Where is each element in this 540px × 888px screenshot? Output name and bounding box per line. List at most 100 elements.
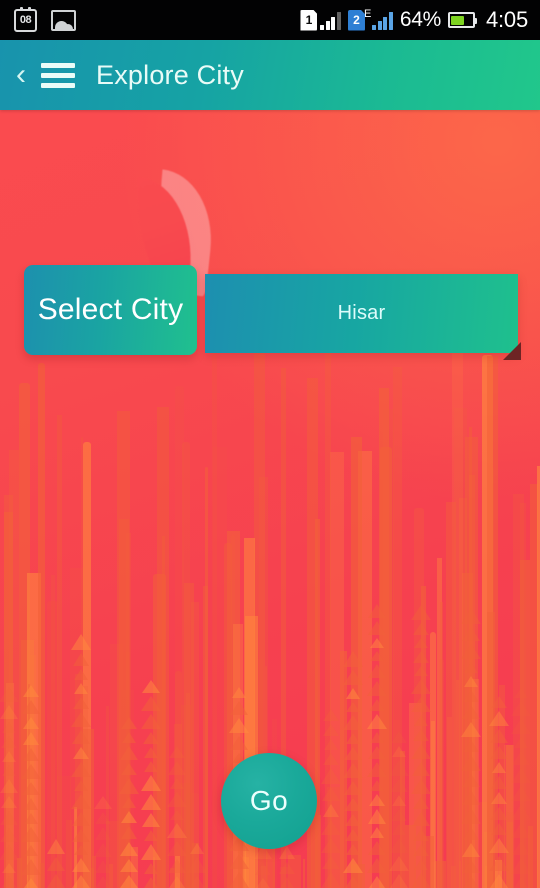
skyline-triangle-column xyxy=(71,634,91,888)
skyline-triangle xyxy=(512,751,530,765)
go-button[interactable]: Go xyxy=(221,753,317,849)
skyline-triangle xyxy=(120,875,138,888)
skyline-triangle xyxy=(346,688,360,699)
battery-level-fill xyxy=(451,15,465,25)
skyline-triangle xyxy=(461,644,481,659)
skyline-triangle xyxy=(169,746,185,758)
skyline-triangle xyxy=(189,876,205,888)
skyline-triangle xyxy=(72,858,90,872)
skyline-triangle xyxy=(514,688,528,698)
skyline-triangle xyxy=(142,813,160,827)
skyline-triangle xyxy=(94,843,112,857)
sim2-signal-icon xyxy=(372,11,393,30)
skyline-triangle xyxy=(511,701,531,716)
skyline-triangle xyxy=(122,732,136,743)
app-bar: ‹ Explore City xyxy=(0,40,540,110)
skyline-triangle xyxy=(119,778,139,794)
skyline-triangle xyxy=(490,746,508,759)
skyline-triangle xyxy=(413,729,429,741)
skyline-triangle xyxy=(369,794,385,806)
skyline-triangle xyxy=(0,705,18,719)
hamburger-menu-icon[interactable] xyxy=(36,58,80,92)
skyline-triangle xyxy=(280,877,294,888)
skyline-triangle xyxy=(279,846,295,859)
skyline-triangle xyxy=(121,811,137,823)
skyline-triangle xyxy=(23,748,39,761)
skyline-triangle xyxy=(411,697,431,712)
skyline-triangle xyxy=(489,838,509,853)
skyline-triangle xyxy=(344,798,362,811)
skyline-triangle xyxy=(2,765,16,776)
skyline-triangle xyxy=(23,685,39,697)
skyline-triangle-column xyxy=(511,688,531,888)
skyline-triangle xyxy=(414,638,428,648)
skyline-triangle xyxy=(74,683,88,694)
skyline-triangle xyxy=(413,623,429,635)
skyline-triangle-column xyxy=(411,605,431,888)
skyline-triangle xyxy=(322,856,340,869)
skyline-triangle xyxy=(21,859,41,875)
skyline-triangle xyxy=(346,733,360,744)
skyline-triangle xyxy=(367,681,387,696)
skyline-triangle xyxy=(411,873,431,888)
skyline-triangle xyxy=(72,829,90,842)
skyline-triangle xyxy=(279,862,295,874)
skyline-triangle-column xyxy=(21,685,41,888)
skyline-triangle xyxy=(321,838,341,853)
skyline-triangle xyxy=(461,608,481,624)
skyline-triangle xyxy=(462,860,480,873)
city-spinner-wrapper[interactable]: Hisar xyxy=(205,274,521,360)
skyline-triangle xyxy=(511,719,531,734)
skyline-triangle xyxy=(95,827,111,840)
skyline-bar xyxy=(311,814,322,888)
skyline-triangle xyxy=(71,712,91,727)
skyline-triangle xyxy=(367,714,387,729)
skyline-triangle xyxy=(391,809,407,821)
skyline-triangle xyxy=(346,702,360,712)
skyline-triangle xyxy=(392,795,406,806)
skyline-triangle xyxy=(370,827,384,838)
skyline-triangle xyxy=(389,760,409,776)
skyline-triangle xyxy=(73,747,89,759)
skyline-triangle xyxy=(411,744,431,759)
skyline-triangle xyxy=(491,696,507,708)
skyline-triangle xyxy=(490,729,508,743)
skyline-triangle xyxy=(414,715,428,726)
skyline-triangle-column xyxy=(94,796,112,888)
skyline-triangle xyxy=(489,856,509,871)
skyline-triangle-column xyxy=(343,651,363,888)
skyline-triangle xyxy=(462,790,480,805)
skyline-triangle xyxy=(323,753,339,765)
skyline-triangle xyxy=(413,651,429,663)
skyline-triangle xyxy=(232,687,246,698)
skyline-triangle xyxy=(511,858,531,874)
skyline-triangle xyxy=(461,755,481,771)
city-spinner[interactable]: Hisar xyxy=(205,274,518,353)
skyline-triangle xyxy=(463,690,479,702)
skyline-triangle xyxy=(167,823,187,838)
back-icon[interactable]: ‹ xyxy=(8,53,34,97)
skyline-triangle xyxy=(21,827,41,842)
skyline-triangle xyxy=(120,842,138,856)
skyline-triangle xyxy=(141,696,161,711)
skyline-triangle xyxy=(323,724,339,736)
skyline-triangle xyxy=(343,858,363,873)
skyline-triangle xyxy=(170,778,184,789)
skyline-triangle xyxy=(0,811,18,825)
skyline-triangle xyxy=(74,669,88,680)
skyline-triangle-column xyxy=(0,687,19,888)
skyline-triangle xyxy=(122,797,136,808)
calendar-day-label: 08 xyxy=(19,13,32,26)
skyline-triangle xyxy=(23,717,39,729)
skyline-triangle xyxy=(229,872,249,888)
skyline-triangle xyxy=(511,768,531,783)
skyline-triangle xyxy=(121,717,137,729)
skyline-triangle-column xyxy=(389,731,409,888)
skyline-triangle-column xyxy=(167,746,187,888)
skyline-triangle xyxy=(389,838,409,853)
skyline-triangle xyxy=(462,705,480,719)
skyline-triangle xyxy=(324,739,338,750)
skyline-triangle xyxy=(343,763,363,778)
skyline-triangle xyxy=(390,779,408,792)
skyline-triangle xyxy=(322,787,340,801)
